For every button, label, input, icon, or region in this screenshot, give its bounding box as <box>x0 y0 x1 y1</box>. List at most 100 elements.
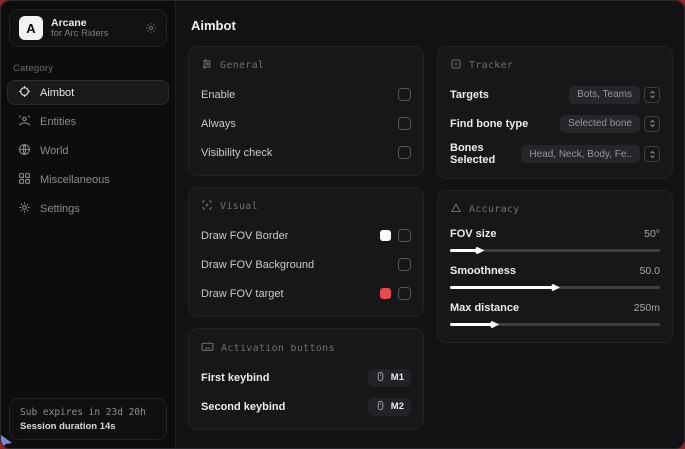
app-subtitle: for Arc Riders <box>51 29 137 40</box>
setting-label: Smoothness <box>450 265 516 277</box>
smoothness-value: 50.0 <box>640 265 660 277</box>
app-name: Arcane <box>51 17 137 29</box>
gear-icon[interactable] <box>145 22 157 34</box>
app-window: A Arcane for Arc Riders Category <box>0 0 685 449</box>
setting-label: Find bone type <box>450 118 528 130</box>
fov-size-value: 50° <box>644 228 660 240</box>
setting-label: FOV size <box>450 228 496 240</box>
draw-fov-target-checkbox[interactable] <box>398 287 411 300</box>
tracker-heading: Tracker <box>450 58 660 73</box>
page-title: Aimbot <box>191 18 673 33</box>
setting-label: Bones Selected <box>450 142 521 166</box>
app-logo: A <box>19 16 43 40</box>
first-keybind-button[interactable]: M1 <box>368 369 411 387</box>
setting-row-targets: Targets Bots, Teams <box>450 84 660 105</box>
sidebar-item-label: Entities <box>40 116 76 128</box>
fov-target-color-swatch[interactable] <box>380 288 391 299</box>
general-card: General Enable Always Visibility check <box>188 46 424 176</box>
setting-row-bones-selected: Bones Selected Head, Neck, Body, Fe.. <box>450 142 660 166</box>
setting-label: First keybind <box>201 372 269 384</box>
scan-minus-icon <box>450 58 462 73</box>
bones-selected-dropdown[interactable]: Head, Neck, Body, Fe.. <box>521 145 660 163</box>
fov-size-slider[interactable] <box>450 244 660 256</box>
setting-label: Draw FOV Background <box>201 259 314 271</box>
setting-row-always: Always <box>201 113 411 134</box>
mouse-icon <box>375 400 386 414</box>
max-distance-slider[interactable] <box>450 318 660 330</box>
setting-label: Second keybind <box>201 401 285 413</box>
targets-dropdown[interactable]: Bots, Teams <box>569 86 660 104</box>
sidebar-item-world[interactable]: World <box>7 138 169 163</box>
sub-expiry-text: Sub expires in 23d 20h <box>20 407 156 418</box>
setting-row-enable: Enable <box>201 84 411 105</box>
slider-fill <box>450 286 555 289</box>
setting-row-draw-fov-background: Draw FOV Background <box>201 254 411 275</box>
chevrons-up-down-icon <box>644 87 660 103</box>
find-bone-type-dropdown[interactable]: Selected bone <box>560 115 660 133</box>
second-keybind-button[interactable]: M2 <box>368 398 411 416</box>
smoothness-slider[interactable] <box>450 281 660 293</box>
activation-card: Activation buttons First keybind M1 <box>188 328 424 430</box>
setting-row-second-keybind: Second keybind M2 <box>201 396 411 417</box>
sidebar-item-label: Miscellaneous <box>40 174 110 186</box>
sidebar-item-settings[interactable]: Settings <box>7 196 169 221</box>
general-heading: General <box>201 58 411 73</box>
setting-row-find-bone-type: Find bone type Selected bone <box>450 113 660 134</box>
right-column: Tracker Targets Bots, Teams Find bone ty… <box>437 46 673 343</box>
subscription-card: Sub expires in 23d 20h Session duration … <box>9 398 167 440</box>
accuracy-card: Accuracy FOV size 50° <box>437 190 673 343</box>
visibility-check-checkbox[interactable] <box>398 146 411 159</box>
sidebar-item-miscellaneous[interactable]: Miscellaneous <box>7 167 169 192</box>
scan-plus-icon <box>201 199 213 214</box>
setting-row-first-keybind: First keybind M1 <box>201 367 411 388</box>
always-checkbox[interactable] <box>398 117 411 130</box>
left-column: General Enable Always Visibility check <box>188 46 424 430</box>
setting-row-draw-fov-target: Draw FOV target <box>201 283 411 304</box>
slider-thumb[interactable] <box>490 320 499 329</box>
sidebar-item-label: Settings <box>40 203 80 215</box>
setting-label: Max distance <box>450 302 519 314</box>
slider-thumb[interactable] <box>551 283 560 292</box>
brand-text: Arcane for Arc Riders <box>51 17 137 40</box>
category-label: Category <box>13 63 163 74</box>
brand-card: A Arcane for Arc Riders <box>9 9 167 47</box>
slider-fill <box>450 249 479 252</box>
setting-label: Always <box>201 118 236 130</box>
setting-group-fov-size: FOV size 50° <box>450 228 660 256</box>
draw-fov-border-checkbox[interactable] <box>398 229 411 242</box>
entities-icon <box>18 114 31 130</box>
setting-label: Draw FOV Border <box>201 230 288 242</box>
slider-fill <box>450 323 494 326</box>
fov-border-color-swatch[interactable] <box>380 230 391 241</box>
max-distance-value: 250m <box>634 302 660 314</box>
tracker-card: Tracker Targets Bots, Teams Find bone ty… <box>437 46 673 179</box>
sidebar-nav: Aimbot Entities World <box>1 80 175 221</box>
setting-row-visibility-check: Visibility check <box>201 142 411 163</box>
draw-fov-background-checkbox[interactable] <box>398 258 411 271</box>
triangle-icon <box>450 202 462 217</box>
mouse-icon <box>375 371 386 385</box>
sidebar-item-entities[interactable]: Entities <box>7 109 169 134</box>
setting-label: Draw FOV target <box>201 288 284 300</box>
slider-thumb[interactable] <box>475 246 484 255</box>
visual-card: Visual Draw FOV Border Draw FOV Backgrou… <box>188 187 424 317</box>
gear-icon <box>18 201 31 217</box>
setting-group-max-distance: Max distance 250m <box>450 302 660 330</box>
setting-row-draw-fov-border: Draw FOV Border <box>201 225 411 246</box>
setting-label: Targets <box>450 89 489 101</box>
enable-checkbox[interactable] <box>398 88 411 101</box>
crosshair-icon <box>18 85 31 101</box>
session-duration-text: Session duration 14s <box>20 421 156 432</box>
activation-heading: Activation buttons <box>201 340 411 356</box>
globe-icon <box>18 143 31 159</box>
main-content: Aimbot General Enable <box>176 1 685 448</box>
setting-label: Enable <box>201 89 235 101</box>
setting-group-smoothness: Smoothness 50.0 <box>450 265 660 293</box>
visual-heading: Visual <box>201 199 411 214</box>
accuracy-heading: Accuracy <box>450 202 660 217</box>
grid-icon <box>18 172 31 188</box>
sidebar: A Arcane for Arc Riders Category <box>1 1 176 448</box>
chevrons-up-down-icon <box>644 146 660 162</box>
sidebar-item-aimbot[interactable]: Aimbot <box>7 80 169 105</box>
setting-label: Visibility check <box>201 147 272 159</box>
